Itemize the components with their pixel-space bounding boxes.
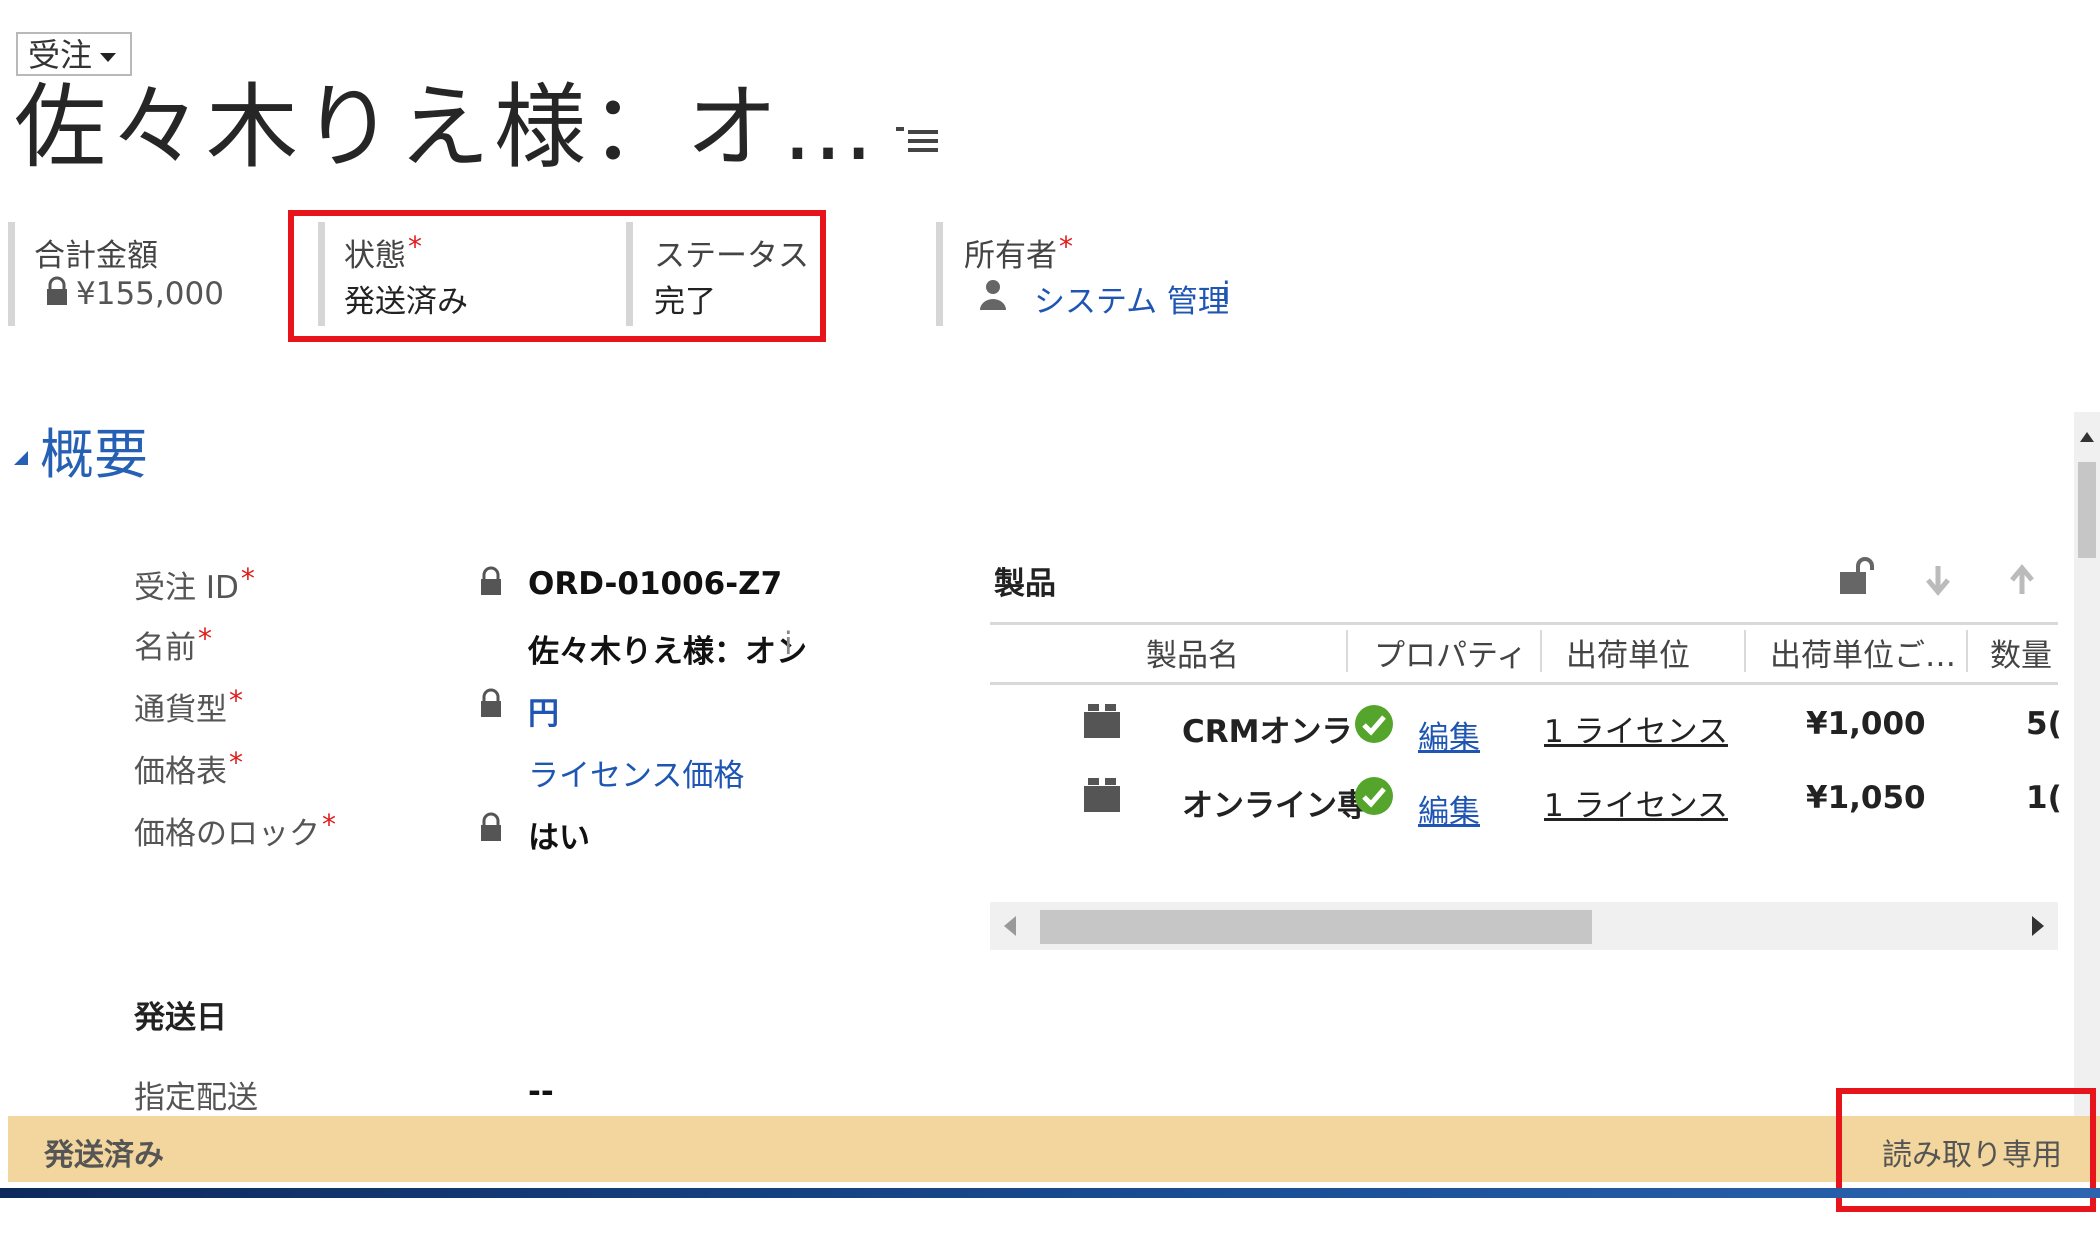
column-header-unit[interactable]: 出荷単位 bbox=[1566, 630, 1690, 675]
name-label: 名前* bbox=[134, 622, 212, 666]
info-icon[interactable]: i bbox=[784, 626, 793, 662]
unit-price-cell: ¥1,050 bbox=[1806, 780, 1926, 816]
state-value[interactable]: 発送済み bbox=[344, 276, 468, 321]
check-circle-icon bbox=[1354, 704, 1394, 748]
vertical-scrollbar[interactable] bbox=[2074, 412, 2100, 1116]
shipping-method-value[interactable]: -- bbox=[528, 1074, 554, 1110]
section-title: 概要 bbox=[40, 423, 148, 486]
product-icon bbox=[1084, 778, 1120, 816]
state-label: 状態* bbox=[344, 230, 422, 274]
unlock-icon[interactable] bbox=[1838, 556, 1878, 600]
scroll-left-icon[interactable] bbox=[1004, 916, 1018, 936]
horizontal-scrollbar[interactable] bbox=[990, 902, 2058, 950]
column-header-properties[interactable]: プロパティ bbox=[1374, 630, 1527, 675]
total-amount-label: 合計金額 bbox=[34, 238, 158, 274]
header-separator bbox=[318, 222, 325, 326]
column-separator bbox=[1346, 630, 1348, 672]
total-amount-value: ¥155,000 bbox=[76, 276, 224, 312]
edit-link[interactable]: 編集 bbox=[1418, 712, 1480, 757]
quantity-cell: 1( bbox=[2026, 780, 2062, 816]
grid-top-border bbox=[990, 622, 2058, 625]
currency-link[interactable]: 円 bbox=[528, 688, 559, 733]
status-bar bbox=[8, 1116, 2100, 1182]
chevron-down-icon bbox=[100, 52, 117, 62]
status-bar-state: 発送済み bbox=[44, 1138, 164, 1173]
price-lock-label: 価格のロック* bbox=[134, 808, 336, 852]
name-value[interactable]: 佐々木りえ様：オン bbox=[528, 626, 807, 671]
lock-icon bbox=[480, 566, 502, 600]
lock-icon bbox=[480, 688, 502, 722]
scroll-up-icon[interactable] bbox=[2080, 432, 2094, 442]
unit-link[interactable]: 1 ライセンス bbox=[1544, 780, 1728, 825]
record-title: 佐々木りえ様：オ… bbox=[14, 74, 879, 181]
lock-icon bbox=[480, 812, 502, 846]
product-icon bbox=[1084, 704, 1120, 742]
user-icon bbox=[978, 278, 1008, 314]
scrollbar-thumb[interactable] bbox=[2078, 462, 2096, 558]
price-list-label: 価格表* bbox=[134, 746, 243, 790]
currency-label: 通貨型* bbox=[134, 684, 243, 728]
column-header-unit-price[interactable]: 出荷単位ご… bbox=[1770, 630, 1956, 675]
grid-header-border bbox=[990, 682, 2058, 685]
price-lock-value: はい bbox=[528, 820, 590, 856]
scrollbar-thumb[interactable] bbox=[1040, 910, 1592, 944]
column-separator bbox=[1744, 630, 1746, 672]
status-reason-value[interactable]: 完了 bbox=[654, 276, 716, 321]
section-summary-toggle[interactable]: 概要 bbox=[14, 410, 148, 489]
entity-selector-label: 受注 bbox=[28, 36, 93, 74]
scroll-right-icon[interactable] bbox=[2030, 916, 2044, 936]
arrow-down-icon[interactable] bbox=[1924, 564, 1952, 600]
column-separator bbox=[1540, 630, 1542, 672]
header-separator bbox=[936, 222, 943, 326]
owner-label: 所有者* bbox=[964, 230, 1073, 274]
arrow-up-icon[interactable] bbox=[2008, 564, 2036, 600]
unit-link[interactable]: 1 ライセンス bbox=[1544, 706, 1728, 751]
order-id-value: ORD-01006-Z7 bbox=[528, 566, 783, 602]
header-separator bbox=[8, 222, 15, 326]
lock-icon bbox=[46, 276, 68, 310]
unit-price-cell: ¥1,000 bbox=[1806, 706, 1926, 742]
collapse-triangle-icon bbox=[14, 451, 28, 466]
entity-selector[interactable]: 受注 bbox=[16, 32, 132, 76]
status-reason-label: ステータス bbox=[654, 238, 809, 274]
bottom-accent-line bbox=[0, 1188, 2100, 1198]
owner-link[interactable]: システム 管理 bbox=[1034, 276, 1229, 321]
column-header-product-name[interactable]: 製品名 bbox=[1146, 630, 1239, 675]
edit-link[interactable]: 編集 bbox=[1418, 786, 1480, 831]
info-icon[interactable]: i bbox=[1222, 276, 1231, 312]
products-title: 製品 bbox=[994, 566, 1056, 602]
column-header-quantity[interactable]: 数量 bbox=[1990, 630, 2052, 675]
shipping-section-title: 発送日 bbox=[134, 1000, 227, 1036]
shipping-method-label: 指定配送 bbox=[134, 1080, 258, 1116]
quantity-cell: 5( bbox=[2026, 706, 2062, 742]
list-menu-icon[interactable] bbox=[896, 126, 944, 160]
order-id-label: 受注 ID* bbox=[134, 562, 255, 606]
price-list-link[interactable]: ライセンス価格 bbox=[528, 750, 744, 795]
column-separator bbox=[1966, 630, 1968, 672]
product-name-cell[interactable]: オンライン専 bbox=[1182, 780, 1368, 825]
check-circle-icon bbox=[1354, 776, 1394, 820]
header-separator bbox=[626, 222, 633, 326]
product-name-cell[interactable]: CRMオンラ bbox=[1182, 706, 1352, 751]
